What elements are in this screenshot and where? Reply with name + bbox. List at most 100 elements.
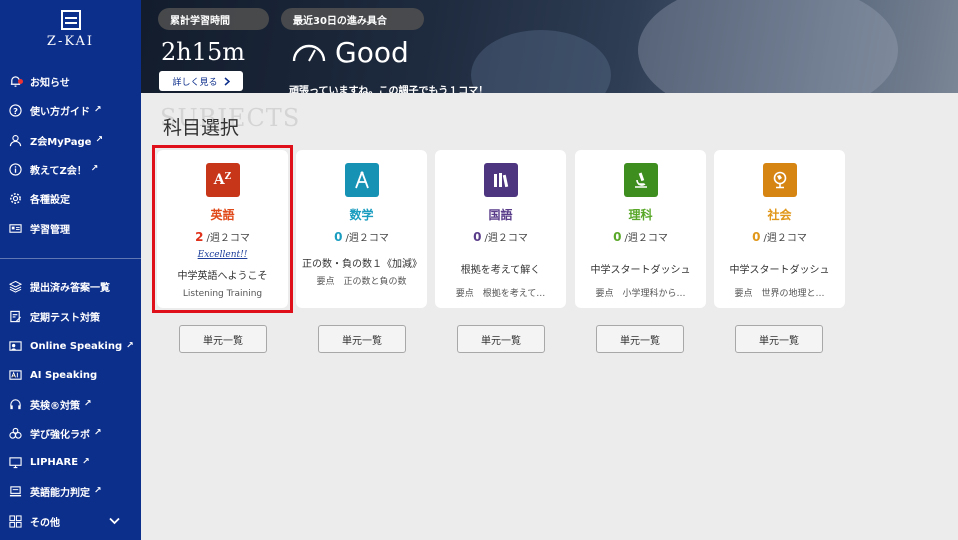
weekly-count-value: 0 xyxy=(473,230,482,244)
unit-list-button-social-studies[interactable]: 単元一覧 xyxy=(735,325,823,353)
sidebar-item-learning-lab[interactable]: 学び強化ラボ ↗ xyxy=(8,422,134,444)
details-button-label: 詳しく見る xyxy=(172,77,218,88)
weekly-count-value: 0 xyxy=(752,230,761,244)
gauge-icon xyxy=(292,44,326,61)
sidebar-item-eiken[interactable]: 英検®対策 ↗ xyxy=(8,393,134,415)
user-icon xyxy=(8,133,22,147)
subject-card-japanese[interactable]: 国語 0/週２コマ 根拠を考えて解く 要点 根拠を考えて… xyxy=(435,150,566,308)
external-link-icon: ↗ xyxy=(126,341,134,351)
english-card-highlight xyxy=(152,145,293,313)
sidebar-item-label: Z会MyPage xyxy=(30,136,92,148)
sidebar-item-liphare[interactable]: LIPHARE ↗ xyxy=(8,451,134,473)
sidebar-item-label: Online Speaking xyxy=(30,340,123,352)
sidebar-item-label: AI Speaking xyxy=(30,369,98,381)
current-unit-title: 中学スタートダッシュ xyxy=(729,265,830,276)
weekly-count-unit: /週２コマ xyxy=(484,233,528,244)
progress-label: 最近30日の進み具合 xyxy=(281,8,424,30)
unit-list-button-english[interactable]: 単元一覧 xyxy=(179,325,267,353)
grid-icon xyxy=(8,514,22,528)
sidebar-item-label: 定期テスト対策 xyxy=(30,312,100,324)
external-link-icon: ↗ xyxy=(84,399,92,409)
sidebar-item-label: 提出済み答案一覧 xyxy=(30,282,110,294)
ai-speaking-icon xyxy=(8,368,22,382)
chevron-down-icon[interactable] xyxy=(109,515,120,528)
subject-card-social-studies[interactable]: 社会 0/週２コマ 中学スタートダッシュ 要点 世界の地理と… xyxy=(714,150,845,308)
headset-icon xyxy=(8,397,22,411)
subject-name: 社会 xyxy=(767,208,792,222)
sidebar-item-others[interactable]: その他 xyxy=(8,510,134,532)
subject-card-math[interactable]: 数学 0/週２コマ 正の数・負の数１《加減》 要点 正の数と負の数 xyxy=(296,150,427,308)
banner-background-image xyxy=(471,30,611,93)
study-time-value: 2h15m xyxy=(161,38,246,66)
sidebar-item-mypage[interactable]: Z会MyPage ↗ xyxy=(8,129,134,151)
sidebar-divider xyxy=(0,258,141,259)
external-link-icon: ↗ xyxy=(94,486,102,496)
id-card-icon xyxy=(8,221,22,235)
svg-text:?: ? xyxy=(13,105,18,115)
chevron-right-icon xyxy=(224,76,230,86)
unit-list-button-japanese[interactable]: 単元一覧 xyxy=(457,325,545,353)
gear-icon xyxy=(8,191,22,205)
sidebar-item-guide[interactable]: ? 使い方ガイド ↗ xyxy=(8,99,134,121)
science-microscope-icon xyxy=(623,163,658,197)
weekly-count: 0/週２コマ xyxy=(714,229,845,244)
sidebar-item-english-assessment[interactable]: 英語能力判定 ↗ xyxy=(8,480,134,502)
sidebar-item-ai-speaking[interactable]: AI Speaking xyxy=(8,364,134,386)
sidebar-item-test-prep[interactable]: 定期テスト対策 xyxy=(8,305,134,327)
unit-list-button-science[interactable]: 単元一覧 xyxy=(596,325,684,353)
japanese-books-icon xyxy=(483,163,518,197)
zkai-logo[interactable]: Z-KAI xyxy=(0,10,141,49)
study-summary-banner: 累計学習時間 最近30日の進み具合 2h15m 詳しく見る Good 頑張ってい… xyxy=(141,0,958,93)
banner-background-image xyxy=(638,0,898,93)
weekly-count-value: 0 xyxy=(613,230,622,244)
subject-name: 国語 xyxy=(488,208,513,222)
sidebar-item-online-speaking[interactable]: Online Speaking ↗ xyxy=(8,335,134,357)
current-unit-subtitle: 要点 小学理科から… xyxy=(595,289,686,299)
weekly-count-value: 0 xyxy=(334,230,343,244)
progress-status: Good xyxy=(291,36,409,69)
subject-card-science[interactable]: 理科 0/週２コマ 中学スタートダッシュ 要点 小学理科から… xyxy=(575,150,706,308)
sidebar-item-label: LIPHARE xyxy=(30,456,79,468)
sidebar-item-label: 学習管理 xyxy=(30,224,70,236)
progress-status-value: Good xyxy=(335,36,409,69)
logo-text: Z-KAI xyxy=(46,34,95,49)
current-unit-title: 正の数・負の数１《加減》 xyxy=(302,259,422,270)
page-title: 科目選択 xyxy=(163,117,240,139)
weekly-count-unit: /週２コマ xyxy=(624,233,668,244)
sidebar-item-label: 英検®対策 xyxy=(30,400,80,412)
sidebar-item-settings[interactable]: 各種設定 xyxy=(8,187,134,209)
sidebar-item-notices[interactable]: お知らせ xyxy=(8,70,134,92)
weekly-count: 0/週２コマ xyxy=(296,229,427,244)
help-circle-icon: ? xyxy=(8,103,22,117)
weekly-count: 0/週２コマ xyxy=(435,229,566,244)
notification-dot xyxy=(18,79,23,84)
subject-name: 理科 xyxy=(628,208,653,222)
current-unit-subtitle: 要点 根拠を考えて… xyxy=(455,289,546,299)
subject-name: 数学 xyxy=(349,208,374,222)
sidebar-item-label: その他 xyxy=(30,517,60,529)
sidebar-item-label: 英語能力判定 xyxy=(30,487,90,499)
external-link-icon: ↗ xyxy=(94,428,102,438)
weekly-count-unit: /週２コマ xyxy=(763,233,807,244)
external-link-icon: ↗ xyxy=(94,105,102,115)
sidebar-item-faq[interactable]: 教えてZ会！ ↗ xyxy=(8,158,134,180)
external-link-icon: ↗ xyxy=(82,457,90,467)
speaking-icon xyxy=(8,339,22,353)
sidebar-item-submitted-answers[interactable]: 提出済み答案一覧 xyxy=(8,275,134,297)
pc-icon xyxy=(8,484,22,498)
study-time-label: 累計学習時間 xyxy=(158,8,269,30)
weekly-count-unit: /週２コマ xyxy=(345,233,389,244)
edit-doc-icon xyxy=(8,309,22,323)
unit-list-button-math[interactable]: 単元一覧 xyxy=(318,325,406,353)
details-button[interactable]: 詳しく見る xyxy=(159,71,243,91)
current-unit-title: 根拠を考えて解く xyxy=(460,265,541,276)
info-icon xyxy=(8,162,22,176)
math-compass-icon xyxy=(344,163,379,197)
zkai-logo-mark-icon xyxy=(60,10,81,30)
monitor-icon xyxy=(8,455,22,469)
external-link-icon: ↗ xyxy=(95,135,104,145)
external-link-icon: ↗ xyxy=(90,164,99,174)
sidebar-item-label: 学び強化ラボ xyxy=(30,429,90,441)
current-unit-title: 中学スタートダッシュ xyxy=(590,265,691,276)
sidebar-item-study-management[interactable]: 学習管理 xyxy=(8,217,134,239)
